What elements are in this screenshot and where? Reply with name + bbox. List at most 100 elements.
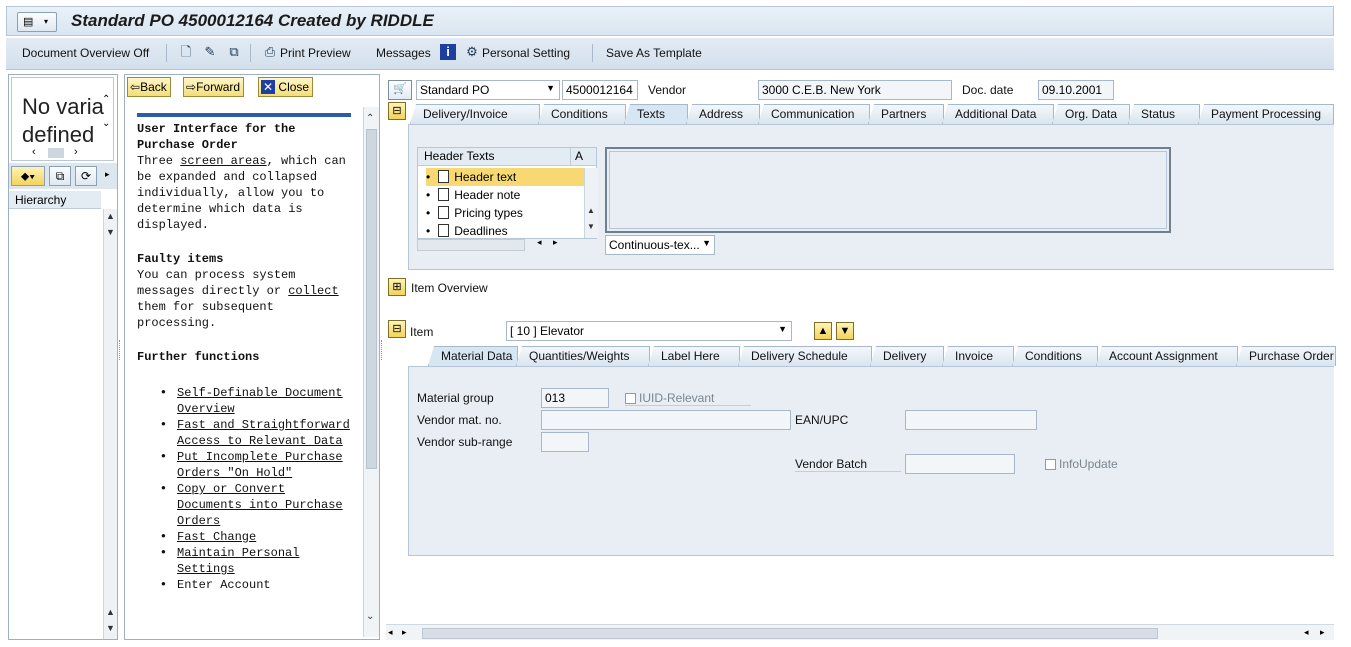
tab-partners[interactable]: Partners — [868, 104, 944, 124]
scroll-up-icon[interactable]: ▲ — [106, 211, 115, 221]
function-link[interactable]: Fast and Straightforward Access to Relev… — [137, 417, 353, 449]
print-preview-button[interactable]: Print Preview — [280, 46, 351, 60]
personal-setting-button[interactable]: Personal Setting — [482, 46, 570, 60]
tab-texts[interactable]: Texts — [624, 104, 688, 124]
scroll-down-icon[interactable]: ▼ — [587, 222, 595, 231]
scroll-up-icon[interactable]: ⌃ — [366, 113, 374, 124]
chevron-right-icon[interactable]: ▸ — [105, 169, 110, 180]
chevron-right-icon[interactable]: › — [74, 146, 78, 158]
tab-delivery-invoice[interactable]: Delivery/Invoice — [410, 104, 540, 124]
new-document-icon[interactable]: 🗋 — [178, 44, 194, 60]
function-link[interactable]: Self-Definable Document Overview — [137, 385, 353, 417]
tab-material-data[interactable]: Material Data — [428, 346, 518, 366]
overview-vertical-scrollbar[interactable]: ▲ ▼ ▲ ▼ — [103, 209, 117, 639]
selection-variant-icon[interactable]: ⬥▾ — [11, 166, 45, 186]
scroll-up-icon[interactable]: ▲ — [587, 206, 595, 215]
info-update-checkbox[interactable]: InfoUpdate — [1045, 457, 1118, 471]
vendor-mat-no-field[interactable] — [541, 410, 791, 430]
scroll-right-icon[interactable]: ▸ — [553, 237, 558, 248]
messages-button[interactable]: Messages — [376, 46, 431, 60]
tree-vertical-scrollbar[interactable]: ▲ ▼ — [584, 168, 598, 238]
chevron-up-icon[interactable]: ⌃ — [102, 94, 110, 105]
tab-org-data[interactable]: Org. Data — [1052, 104, 1130, 124]
collect-link[interactable]: collect — [288, 284, 338, 298]
screen-areas-link[interactable]: screen areas — [180, 154, 266, 168]
back-button[interactable]: ⇦Back — [127, 77, 171, 97]
tab-invoice[interactable]: Invoice — [942, 346, 1014, 366]
close-button[interactable]: ✕ Close — [258, 77, 313, 97]
scroll-left-icon[interactable]: ◂ — [537, 237, 542, 248]
forward-button[interactable]: ⇨Forward — [183, 77, 244, 97]
next-item-button[interactable]: ▼ — [836, 322, 854, 340]
document-overview-button[interactable]: Document Overview Off — [22, 46, 149, 60]
scroll-up-icon[interactable]: ▲ — [106, 607, 115, 617]
scroll-down-icon[interactable]: ⌄ — [366, 611, 374, 622]
scroll-left-icon[interactable]: ◂ — [388, 627, 393, 638]
material-group-field[interactable]: 013 — [541, 388, 609, 408]
iuid-relevant-checkbox[interactable]: IUID-Relevant — [625, 391, 751, 406]
doc-date-field[interactable]: 09.10.2001 — [1038, 80, 1114, 100]
function-link[interactable]: Copy or Convert Documents into Purchase … — [137, 481, 353, 529]
chevron-down-icon[interactable]: ⌄ — [102, 118, 110, 129]
tab-address[interactable]: Address — [686, 104, 760, 124]
item-overview-label[interactable]: Item Overview — [411, 281, 488, 295]
scroll-left-icon[interactable]: ◂ — [1304, 627, 1309, 638]
chevron-left-icon[interactable]: ‹ — [32, 146, 36, 158]
tree-horizontal-scrollbar[interactable] — [417, 239, 525, 251]
text-editor-area[interactable] — [609, 151, 1167, 229]
tab-payment-processing[interactable]: Payment Processing — [1198, 104, 1334, 124]
tab-quantities-weights[interactable]: Quantities/Weights — [516, 346, 650, 366]
main-scroll-thumb[interactable] — [422, 628, 1158, 639]
save-as-template-button[interactable]: Save As Template — [606, 46, 702, 60]
expand-item-overview-icon[interactable]: ⊞ — [388, 278, 406, 296]
ean-upc-field[interactable] — [905, 410, 1037, 430]
vendor-sub-range-field[interactable] — [541, 432, 589, 452]
function-link[interactable]: Fast Change — [137, 529, 353, 545]
other-document-icon[interactable]: ⧉ — [226, 44, 242, 60]
vendor-batch-field[interactable] — [905, 454, 1015, 474]
copy-icon[interactable]: ⧉ — [49, 166, 71, 186]
help-splitter[interactable] — [381, 340, 385, 360]
edit-pencil-icon[interactable]: ✎ — [202, 44, 218, 60]
tab-communication[interactable]: Communication — [758, 104, 870, 124]
po-type-select[interactable]: Standard PO ▼ — [416, 80, 560, 100]
scroll-right-icon[interactable]: ▸ — [402, 627, 407, 638]
function-link[interactable]: Enter Account — [137, 577, 353, 593]
tab-delivery[interactable]: Delivery — [870, 346, 944, 366]
scroll-down-icon[interactable]: ▼ — [106, 227, 115, 237]
tree-item-header-text[interactable]: •Header text — [426, 168, 584, 186]
function-link[interactable]: Maintain Personal Settings — [137, 545, 353, 577]
collapse-item-icon[interactable]: ⊟ — [388, 320, 406, 338]
scroll-right-icon[interactable]: ▸ — [1320, 627, 1325, 638]
item-select[interactable]: [ 10 ] Elevator ▼ — [506, 321, 792, 341]
variant-scroll-thumb[interactable] — [48, 148, 64, 158]
cart-icon[interactable]: 🛒 — [388, 80, 412, 100]
text-format-select[interactable]: Continuous-tex... ▼ — [605, 235, 715, 255]
tab-status[interactable]: Status — [1128, 104, 1200, 124]
help-vertical-scrollbar[interactable]: ⌃ ⌄ — [363, 107, 379, 637]
left-splitter[interactable] — [119, 340, 123, 360]
tab-label-here[interactable]: Label Here — [648, 346, 740, 366]
tab-conditions[interactable]: Conditions — [538, 104, 626, 124]
tab-additional-data[interactable]: Additional Data — [942, 104, 1054, 124]
info-icon[interactable]: i — [440, 44, 456, 60]
po-number-field[interactable]: 4500012164 — [562, 80, 638, 100]
tab-item-conditions[interactable]: Conditions — [1012, 346, 1098, 366]
collapse-header-icon[interactable]: ⊟ — [388, 102, 406, 120]
tab-delivery-schedule[interactable]: Delivery Schedule — [738, 346, 872, 366]
refresh-icon[interactable]: ⟳ — [75, 166, 97, 186]
tree-item-deadlines[interactable]: •Deadlines — [426, 222, 508, 240]
help-scroll-thumb[interactable] — [366, 129, 377, 469]
hierarchy-column-header[interactable]: Hierarchy — [9, 191, 101, 209]
tab-account-assignment[interactable]: Account Assignment — [1096, 346, 1238, 366]
tab-purchase-order[interactable]: Purchase Order — [1236, 346, 1336, 366]
previous-item-button[interactable]: ▲ — [814, 322, 832, 340]
header-text-editor[interactable] — [605, 147, 1171, 233]
tree-item-header-note[interactable]: •Header note — [426, 186, 520, 204]
scroll-down-icon[interactable]: ▼ — [106, 623, 115, 633]
tree-item-pricing-types[interactable]: •Pricing types — [426, 204, 523, 222]
vendor-field[interactable]: 3000 C.E.B. New York — [758, 80, 952, 100]
function-link[interactable]: Put Incomplete Purchase Orders "On Hold" — [137, 449, 353, 481]
system-menu-button[interactable]: ▤ ▾ — [17, 12, 57, 32]
main-horizontal-scrollbar[interactable]: ◂ ▸ ◂ ▸ — [386, 624, 1334, 640]
